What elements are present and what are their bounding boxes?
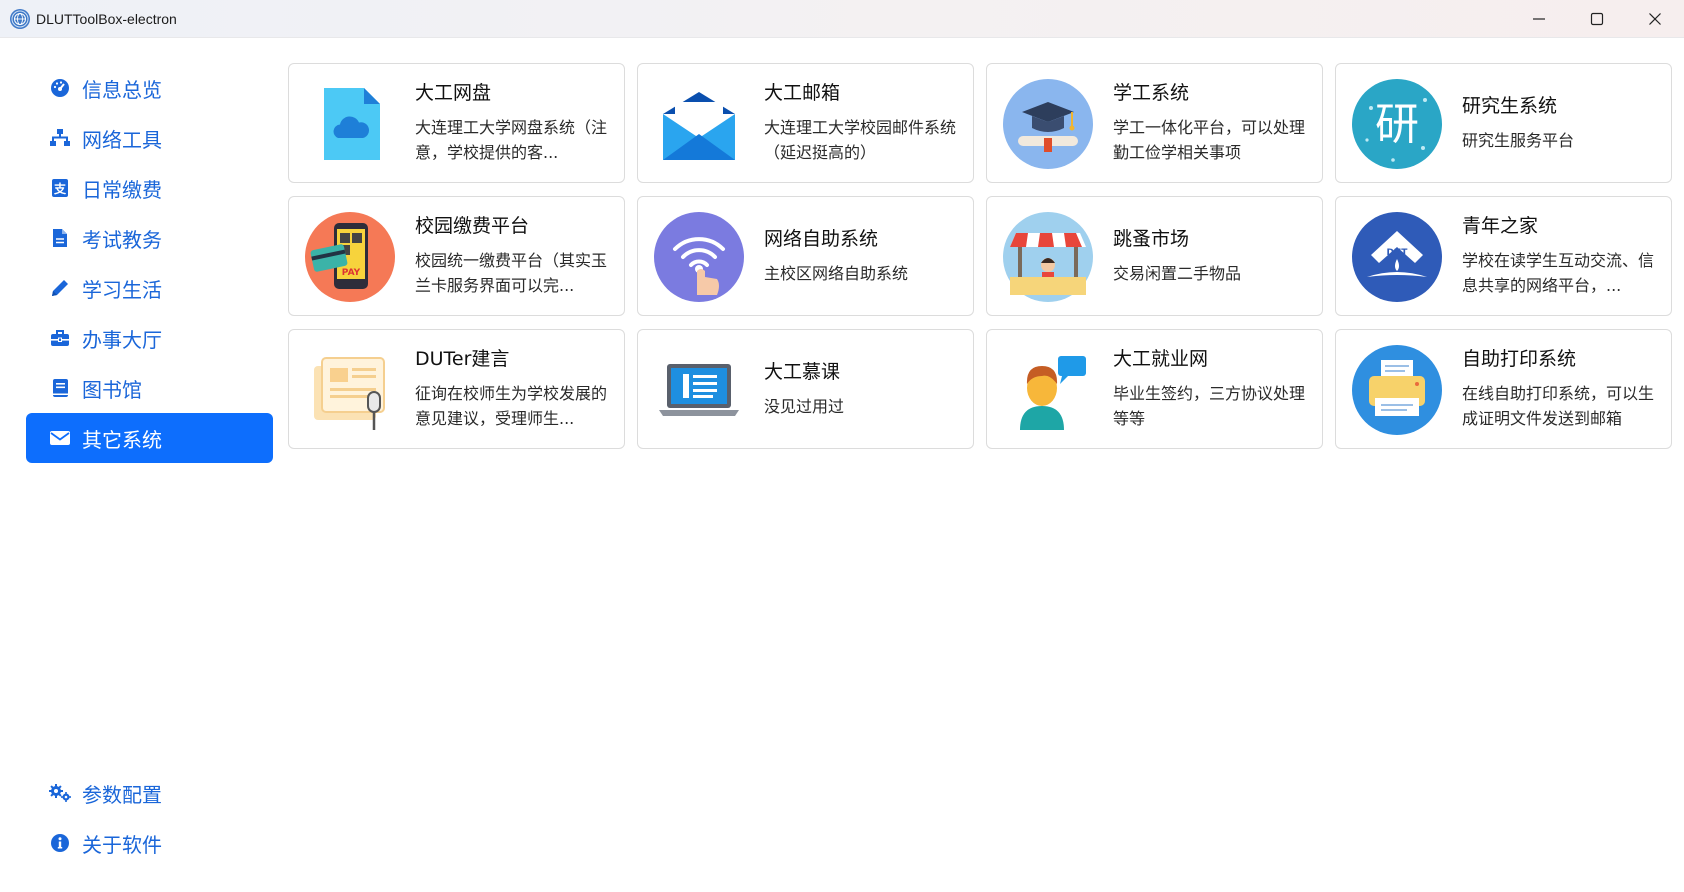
card-flea-market[interactable]: 跳蚤市场 交易闲置二手物品 xyxy=(986,196,1323,316)
card-network-self-service[interactable]: 网络自助系统 主校区网络自助系统 xyxy=(637,196,974,316)
sidebar-item-label: 日常缴费 xyxy=(82,177,162,202)
sidebar-item-label: 考试教务 xyxy=(82,227,162,252)
sidebar-item-library[interactable]: 图书馆 xyxy=(26,363,273,413)
window-controls xyxy=(1510,0,1684,38)
sidebar-item-study-life[interactable]: 学习生活 xyxy=(26,263,273,313)
book-icon xyxy=(48,376,72,400)
sidebar-item-network-tools[interactable]: 网络工具 xyxy=(26,113,273,163)
card-description: 交易闲置二手物品 xyxy=(1113,263,1242,283)
mobile-pay-icon: PAY xyxy=(304,211,396,303)
card-graduate-system[interactable]: 研 研究生系统 研究生服务平台 xyxy=(1335,63,1672,183)
mail-envelope-icon xyxy=(653,78,745,170)
network-icon xyxy=(48,126,72,150)
market-stall-icon xyxy=(1002,211,1094,303)
sidebar-item-settings[interactable]: 参数配置 xyxy=(26,768,273,818)
card-title: 大工邮箱 xyxy=(764,82,841,104)
svg-text:研: 研 xyxy=(1375,99,1419,150)
sidebar-item-overview[interactable]: 信息总览 xyxy=(26,63,273,113)
card-description: 没见过用过 xyxy=(764,396,845,416)
card-description: 在线自助打印系统，可以生成证明文件发送到邮箱 xyxy=(1462,384,1655,428)
sidebar-item-label: 信息总览 xyxy=(82,77,162,102)
svg-text:PAY: PAY xyxy=(342,268,361,278)
card-title: 校园缴费平台 xyxy=(415,215,530,237)
printer-icon xyxy=(1351,344,1443,436)
sidebar-item-label: 关于软件 xyxy=(82,832,162,857)
card-mooc[interactable]: 大工慕课 没见过用过 xyxy=(637,329,974,449)
sidebar-item-label: 参数配置 xyxy=(82,782,162,807)
gears-icon xyxy=(48,781,72,805)
globe-logo-icon xyxy=(10,8,30,29)
cloud-file-icon xyxy=(304,78,396,170)
card-title: 学工系统 xyxy=(1113,82,1190,104)
wifi-touch-icon xyxy=(653,211,745,303)
title-bar: DLUTToolBox-electron xyxy=(0,0,1684,38)
card-cloud-drive[interactable]: 大工网盘 大连理工大学网盘系统（注意，学校提供的客... xyxy=(288,63,625,183)
card-title: 网络自助系统 xyxy=(764,227,879,250)
laptop-icon xyxy=(653,344,745,436)
sidebar-item-exam-affairs[interactable]: 考试教务 xyxy=(26,213,273,263)
card-description: 主校区网络自助系统 xyxy=(764,263,909,283)
card-title: DUTer建言 xyxy=(415,348,510,370)
dashboard-gauge-icon xyxy=(48,76,72,100)
pencil-icon xyxy=(48,276,72,300)
card-description: 毕业生签约，三方协议处理等等 xyxy=(1113,384,1306,428)
dut-youth-logo-icon: DUT xyxy=(1351,211,1443,303)
card-title: 大工慕课 xyxy=(764,360,841,383)
newspaper-microphone-icon xyxy=(304,344,396,436)
sidebar-item-label: 其它系统 xyxy=(82,427,162,452)
sidebar-item-label: 图书馆 xyxy=(82,377,142,402)
card-description: 校园统一缴费平台（其实玉兰卡服务界面可以完... xyxy=(415,251,608,295)
person-chat-icon xyxy=(1002,344,1094,436)
sidebar-item-daily-payment[interactable]: 支 日常缴费 xyxy=(26,163,273,213)
card-title: 研究生系统 xyxy=(1462,94,1558,117)
card-mail[interactable]: 大工邮箱 大连理工大学校园邮件系统（延迟挺高的） xyxy=(637,63,974,183)
card-description: 研究生服务平台 xyxy=(1462,130,1575,150)
envelope-icon xyxy=(48,426,72,450)
maximize-icon xyxy=(1590,12,1604,26)
card-title: 跳蚤市场 xyxy=(1113,227,1190,250)
svg-text:支: 支 xyxy=(53,181,67,196)
document-icon xyxy=(48,226,72,250)
card-youth-home[interactable]: DUT 青年之家 学校在读学生互动交流、信息共享的网络平台，... xyxy=(1335,196,1672,316)
payment-receipt-icon: 支 xyxy=(48,176,72,200)
window-title: DLUTToolBox-electron xyxy=(36,10,177,27)
minimize-button[interactable] xyxy=(1510,0,1568,38)
sidebar-item-about[interactable]: 关于软件 xyxy=(26,818,273,868)
card-student-affairs[interactable]: 学工系统 学工一体化平台，可以处理勤工俭学相关事项 xyxy=(986,63,1323,183)
info-circle-icon xyxy=(48,831,72,855)
card-employment[interactable]: 大工就业网 毕业生签约，三方协议处理等等 xyxy=(986,329,1323,449)
maximize-button[interactable] xyxy=(1568,0,1626,38)
sidebar-item-other-systems[interactable]: 其它系统 xyxy=(26,413,273,463)
sidebar-item-service-hall[interactable]: 办事大厅 xyxy=(26,313,273,363)
card-description: 征询在校师生为学校发展的意见建议，受理师生... xyxy=(415,384,608,428)
card-campus-payment[interactable]: PAY 校园缴费平台 校园统一缴费平台（其实玉兰卡服务界面可以完... xyxy=(288,196,625,316)
card-title: 青年之家 xyxy=(1462,215,1539,237)
sidebar: 信息总览 网络工具 支 日常缴费 考试教务 学习生活 办事大厅 图书馆 其它系统… xyxy=(0,38,276,892)
card-self-print[interactable]: 自助打印系统 在线自助打印系统，可以生成证明文件发送到邮箱 xyxy=(1335,329,1672,449)
card-description: 学工一体化平台，可以处理勤工俭学相关事项 xyxy=(1113,118,1306,162)
close-icon xyxy=(1649,13,1661,25)
card-title: 大工网盘 xyxy=(415,82,492,104)
card-title: 大工就业网 xyxy=(1113,348,1209,370)
card-description: 大连理工大学校园邮件系统（延迟挺高的） xyxy=(764,118,957,162)
graduation-cap-icon xyxy=(1002,78,1094,170)
card-description: 大连理工大学网盘系统（注意，学校提供的客... xyxy=(415,118,608,162)
card-duter-suggestion[interactable]: DUTer建言 征询在校师生为学校发展的意见建议，受理师生... xyxy=(288,329,625,449)
sidebar-item-label: 网络工具 xyxy=(82,127,162,152)
sidebar-item-label: 学习生活 xyxy=(82,277,162,302)
card-description: 学校在读学生互动交流、信息共享的网络平台，... xyxy=(1462,251,1655,295)
close-button[interactable] xyxy=(1626,0,1684,38)
svg-text:DUT: DUT xyxy=(1387,248,1409,258)
graduate-badge-icon: 研 xyxy=(1351,78,1443,170)
minimize-icon xyxy=(1533,18,1545,20)
briefcase-icon xyxy=(48,326,72,350)
sidebar-item-label: 办事大厅 xyxy=(82,327,162,352)
card-title: 自助打印系统 xyxy=(1462,348,1577,370)
